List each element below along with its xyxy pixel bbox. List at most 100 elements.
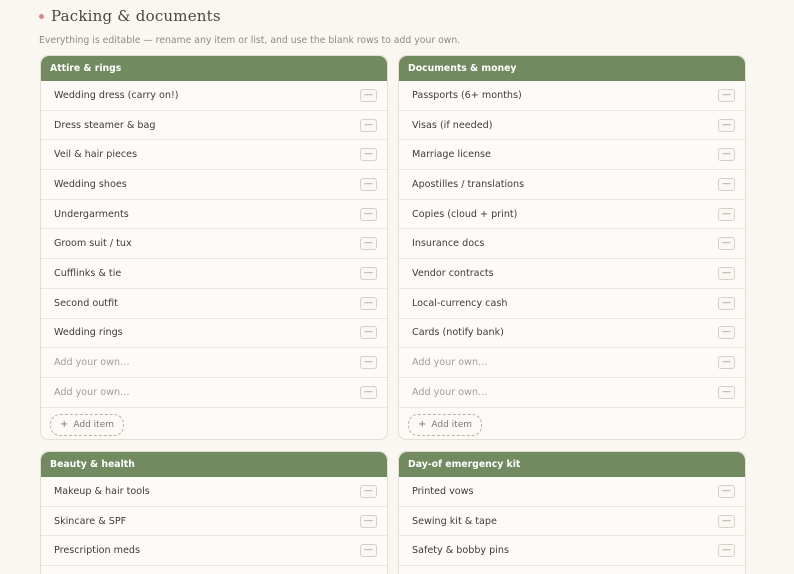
- page-title[interactable]: Packing & documents: [51, 7, 221, 25]
- list-item[interactable]: Makeup & hair tools —: [41, 477, 387, 507]
- remove-item-button[interactable]: —: [360, 88, 377, 102]
- remove-item-button[interactable]: —: [718, 385, 735, 399]
- remove-item-button[interactable]: —: [360, 356, 377, 370]
- list-item[interactable]: Second outfit —: [41, 288, 387, 319]
- item-label[interactable]: Wedding rings: [54, 327, 123, 338]
- remove-item-button[interactable]: —: [360, 118, 377, 132]
- remove-item-button[interactable]: —: [718, 356, 735, 370]
- item-placeholder[interactable]: Add your own…: [412, 357, 488, 368]
- list-item[interactable]: Marriage license —: [399, 140, 745, 171]
- item-label[interactable]: Cufflinks & tie: [54, 268, 121, 279]
- list-item-partial[interactable]: —: [41, 566, 387, 574]
- item-placeholder[interactable]: Add your own…: [54, 357, 130, 368]
- remove-item-button[interactable]: —: [718, 88, 735, 102]
- item-label[interactable]: Local-currency cash: [412, 298, 507, 309]
- remove-item-button[interactable]: —: [718, 237, 735, 251]
- item-label[interactable]: Wedding dress (carry on!): [54, 90, 179, 101]
- blank-item-row[interactable]: Add your own… —: [41, 348, 387, 378]
- list-item[interactable]: Local-currency cash —: [399, 288, 745, 319]
- item-placeholder[interactable]: Add your own…: [412, 387, 488, 398]
- remove-item-button[interactable]: —: [360, 266, 377, 280]
- list-item[interactable]: Cards (notify bank) —: [399, 318, 745, 349]
- item-label[interactable]: Visas (if needed): [412, 120, 493, 131]
- remove-item-button[interactable]: —: [360, 207, 377, 221]
- remove-item-button[interactable]: —: [360, 385, 377, 399]
- list-item[interactable]: Apostilles / translations —: [399, 170, 745, 200]
- list-item[interactable]: Veil & hair pieces —: [41, 140, 387, 171]
- item-label[interactable]: Prescription meds: [54, 545, 140, 556]
- remove-item-button[interactable]: —: [718, 177, 735, 191]
- remove-item-button[interactable]: —: [718, 514, 735, 528]
- list-item[interactable]: Undergarments —: [41, 199, 387, 230]
- item-label[interactable]: Marriage license: [412, 149, 491, 160]
- remove-item-button[interactable]: —: [718, 326, 735, 340]
- remove-item-button[interactable]: —: [360, 296, 377, 310]
- remove-item-button[interactable]: —: [360, 544, 377, 558]
- item-label[interactable]: Printed vows: [412, 486, 474, 497]
- remove-item-button[interactable]: —: [360, 484, 377, 498]
- blank-item-row[interactable]: Add your own… —: [399, 377, 745, 408]
- remove-item-button[interactable]: —: [360, 237, 377, 251]
- blank-item-row[interactable]: Add your own… —: [41, 377, 387, 408]
- list-item[interactable]: Insurance docs —: [399, 229, 745, 260]
- remove-item-button[interactable]: —: [360, 514, 377, 528]
- list-title-beauty[interactable]: Beauty & health: [41, 452, 387, 477]
- remove-item-button[interactable]: —: [718, 544, 735, 558]
- item-label[interactable]: Second outfit: [54, 298, 118, 309]
- remove-item-button[interactable]: —: [718, 296, 735, 310]
- item-label[interactable]: Copies (cloud + print): [412, 209, 517, 220]
- item-label[interactable]: Apostilles / translations: [412, 179, 524, 190]
- item-label[interactable]: Vendor contracts: [412, 268, 494, 279]
- minus-icon: —: [364, 515, 373, 526]
- list-item[interactable]: Passports (6+ months) —: [399, 81, 745, 111]
- list-item[interactable]: Sewing kit & tape —: [399, 506, 745, 537]
- item-label[interactable]: Passports (6+ months): [412, 90, 522, 101]
- list-item[interactable]: Copies (cloud + print) —: [399, 199, 745, 230]
- remove-item-button[interactable]: —: [718, 118, 735, 132]
- remove-item-button[interactable]: —: [718, 484, 735, 498]
- remove-item-button[interactable]: —: [718, 207, 735, 221]
- list-item[interactable]: Wedding shoes —: [41, 170, 387, 200]
- list-title-documents[interactable]: Documents & money: [399, 56, 745, 81]
- add-item-button[interactable]: + Add item: [50, 413, 125, 436]
- add-item-button[interactable]: + Add item: [408, 413, 483, 436]
- list-item[interactable]: Visas (if needed) —: [399, 110, 745, 141]
- list-item[interactable]: Groom suit / tux —: [41, 229, 387, 260]
- remove-item-button[interactable]: —: [718, 266, 735, 280]
- item-label[interactable]: Sewing kit & tape: [412, 516, 497, 527]
- plus-icon: +: [60, 419, 69, 431]
- minus-icon: —: [722, 515, 731, 526]
- remove-item-button[interactable]: —: [718, 148, 735, 162]
- remove-item-button[interactable]: —: [360, 326, 377, 340]
- remove-item-button[interactable]: —: [360, 177, 377, 191]
- item-label[interactable]: Cards (notify bank): [412, 327, 504, 338]
- list-item[interactable]: Prescription meds —: [41, 536, 387, 567]
- item-placeholder[interactable]: Add your own…: [54, 387, 130, 398]
- list-item[interactable]: Cufflinks & tie —: [41, 259, 387, 289]
- list-item[interactable]: Safety & bobby pins —: [399, 536, 745, 567]
- item-label[interactable]: Wedding shoes: [54, 179, 127, 190]
- list-item-partial[interactable]: —: [399, 566, 745, 574]
- list-title-kit[interactable]: Day-of emergency kit: [399, 452, 745, 477]
- list-title-attire[interactable]: Attire & rings: [41, 56, 387, 81]
- minus-icon: —: [364, 119, 373, 130]
- item-label[interactable]: Safety & bobby pins: [412, 545, 509, 556]
- item-label[interactable]: Skincare & SPF: [54, 516, 126, 527]
- list-item[interactable]: Wedding dress (carry on!) —: [41, 81, 387, 111]
- blank-item-row[interactable]: Add your own… —: [399, 348, 745, 378]
- list-item[interactable]: Wedding rings —: [41, 318, 387, 349]
- list-item[interactable]: Printed vows —: [399, 477, 745, 507]
- list-card-beauty: Beauty & health Makeup & hair tools — Ski…: [40, 451, 388, 574]
- item-label[interactable]: Groom suit / tux: [54, 238, 132, 249]
- remove-item-button[interactable]: —: [360, 148, 377, 162]
- item-label[interactable]: Dress steamer & bag: [54, 120, 155, 131]
- list-item[interactable]: Skincare & SPF —: [41, 506, 387, 537]
- minus-icon: —: [722, 89, 731, 100]
- item-label[interactable]: Veil & hair pieces: [54, 149, 137, 160]
- item-label[interactable]: Insurance docs: [412, 238, 484, 249]
- item-label[interactable]: Makeup & hair tools: [54, 486, 150, 497]
- list-item[interactable]: Dress steamer & bag —: [41, 110, 387, 141]
- minus-icon: —: [722, 545, 731, 556]
- item-label[interactable]: Undergarments: [54, 209, 129, 220]
- list-item[interactable]: Vendor contracts —: [399, 259, 745, 289]
